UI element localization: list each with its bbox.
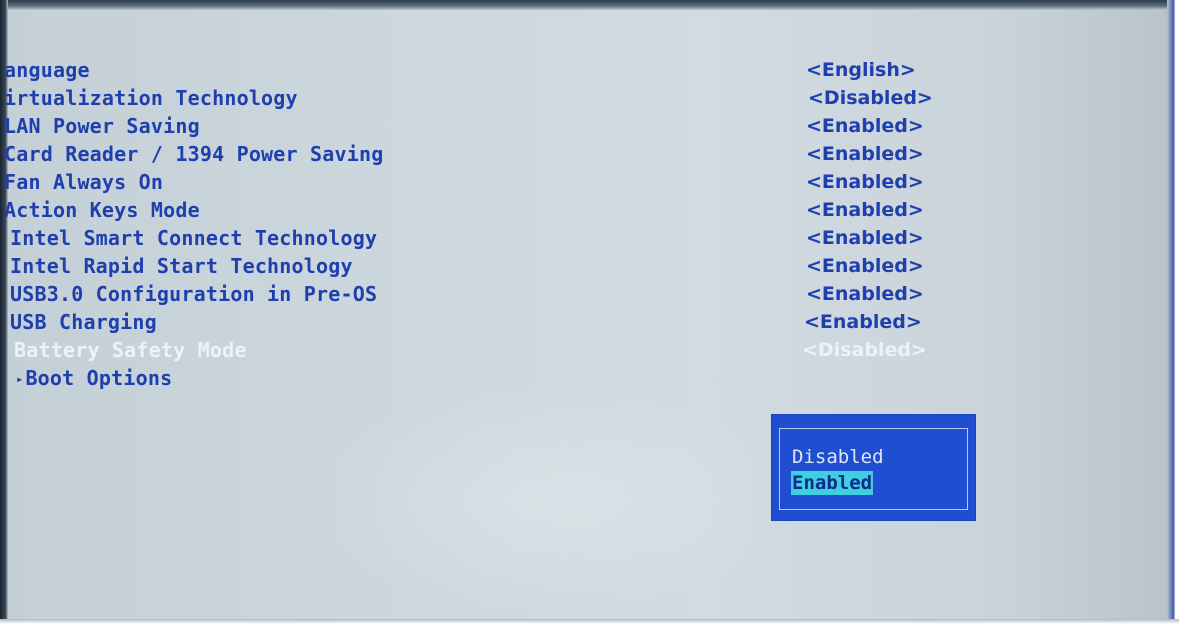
popup-border: [779, 428, 968, 510]
setting-row-battery-safety-mode[interactable]: Battery Safety Mode <Disabled>: [0, 336, 1179, 364]
monitor-bezel-top: [6, 0, 1173, 10]
setting-value[interactable]: <Enabled>: [806, 280, 924, 308]
setting-label: irtualization Technology: [4, 86, 298, 110]
setting-row-virtualization[interactable]: irtualization Technology <Disabled>: [0, 84, 1179, 112]
setting-value[interactable]: <Enabled>: [806, 252, 924, 280]
submenu-label-wrap: ▸ Boot Options: [16, 364, 172, 393]
setting-label: Intel Rapid Start Technology: [10, 254, 353, 278]
setting-label: USB Charging: [10, 310, 157, 334]
setting-label: Card Reader / 1394 Power Saving: [4, 142, 384, 166]
setting-label: LAN Power Saving: [4, 114, 200, 138]
setting-value[interactable]: <Enabled>: [806, 168, 924, 196]
setting-value[interactable]: <Enabled>: [806, 196, 924, 224]
setting-value[interactable]: <English>: [806, 56, 916, 84]
setting-value[interactable]: <Enabled>: [806, 140, 924, 168]
setting-value[interactable]: <Disabled>: [808, 84, 933, 112]
setting-row-usb3-pre-os[interactable]: USB3.0 Configuration in Pre-OS <Enabled>: [0, 280, 1179, 308]
setting-row-card-reader-power-saving[interactable]: Card Reader / 1394 Power Saving <Enabled…: [0, 140, 1179, 168]
setting-value[interactable]: <Disabled>: [802, 336, 927, 364]
submenu-label: Boot Options: [25, 366, 173, 390]
setting-label: Fan Always On: [4, 170, 164, 194]
setting-label: Action Keys Mode: [4, 198, 200, 222]
setting-row-language[interactable]: anguage <English>: [0, 56, 1179, 84]
setting-value[interactable]: <Enabled>: [804, 308, 922, 336]
setting-label: Intel Smart Connect Technology: [10, 226, 378, 250]
bios-screen: anguage <English> irtualization Technolo…: [0, 0, 1179, 627]
setting-value[interactable]: <Enabled>: [806, 224, 924, 252]
setting-row-usb-charging[interactable]: USB Charging <Enabled>: [0, 308, 1179, 336]
monitor-bezel-bottom: [0, 619, 1179, 627]
setting-row-fan-always-on[interactable]: Fan Always On <Enabled>: [0, 168, 1179, 196]
setting-row-intel-rapid-start[interactable]: Intel Rapid Start Technology <Enabled>: [0, 252, 1179, 280]
setting-value[interactable]: <Enabled>: [806, 112, 924, 140]
option-popup: Disabled Enabled: [772, 415, 975, 520]
setting-row-intel-smart-connect[interactable]: Intel Smart Connect Technology <Enabled>: [0, 224, 1179, 252]
setting-label: Battery Safety Mode: [14, 338, 247, 362]
setting-row-lan-power-saving[interactable]: LAN Power Saving <Enabled>: [0, 112, 1179, 140]
setting-label: anguage: [4, 58, 90, 82]
popup-option-disabled[interactable]: Disabled: [791, 445, 885, 469]
popup-option-enabled[interactable]: Enabled: [791, 471, 874, 495]
submenu-boot-options[interactable]: ▸ Boot Options: [0, 364, 1179, 392]
setting-row-action-keys-mode[interactable]: Action Keys Mode <Enabled>: [0, 196, 1179, 224]
triangle-right-icon: ▸: [16, 372, 24, 386]
screen-glare: [300, 380, 800, 620]
setting-label: USB3.0 Configuration in Pre-OS: [10, 282, 378, 306]
